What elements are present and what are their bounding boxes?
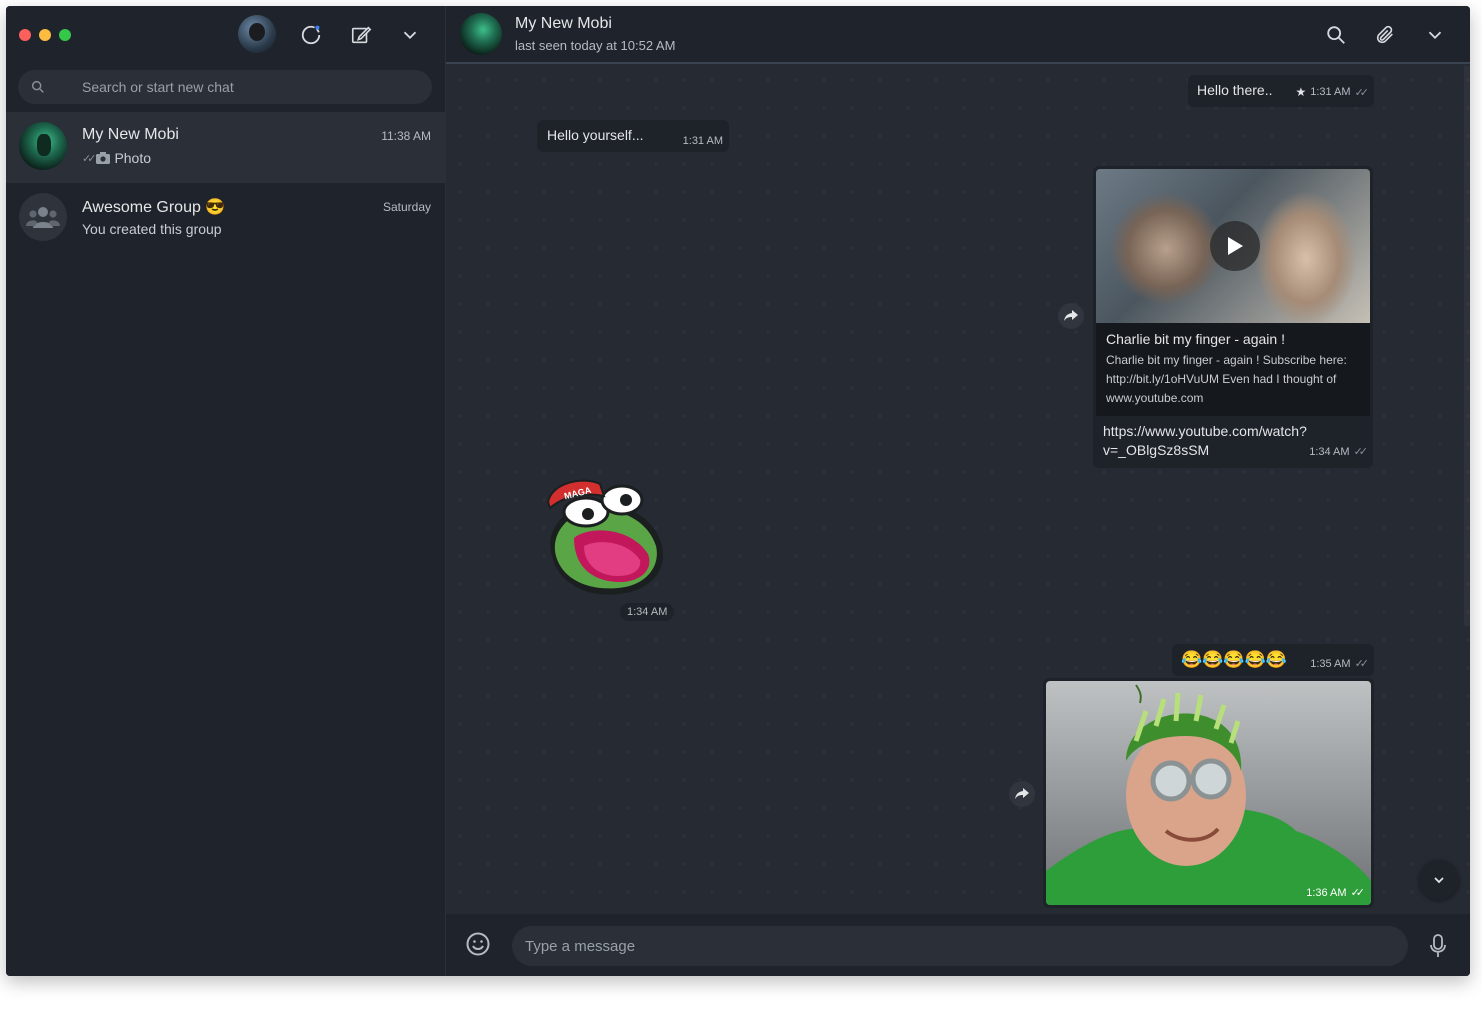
message-incoming[interactable]: Hello yourself... 1:31 AM <box>537 120 729 152</box>
contact-status: last seen today at 10:52 AM <box>515 38 676 53</box>
minimize-window-button[interactable] <box>39 29 51 41</box>
message-time: 1:36 AM <box>1306 886 1347 899</box>
message-meta: 1:34 AM ✓✓ <box>1309 443 1369 462</box>
message-input[interactable] <box>512 926 1408 966</box>
paperclip-icon[interactable] <box>1372 22 1398 48</box>
new-chat-icon[interactable] <box>348 22 374 48</box>
link-preview-message[interactable]: Charlie bit my finger - again ! Charlie … <box>1093 166 1373 468</box>
avatar <box>19 122 67 170</box>
sidebar: My New Mobi 11:38 AM ✓✓ Photo <box>6 6 446 976</box>
read-ticks-icon: ✓✓ <box>1354 658 1370 670</box>
message-meta: 1:31 AM <box>683 135 723 147</box>
message-meta: ★ 1:31 AM ✓✓ <box>1295 85 1370 99</box>
composer <box>446 914 1470 976</box>
chat-item-awesome-group[interactable]: Awesome Group 😎 Saturday You created thi… <box>6 183 446 254</box>
camera-icon <box>96 152 111 164</box>
message-text: Hello there.. <box>1197 82 1273 98</box>
read-ticks-icon: ✓✓ <box>1350 887 1366 899</box>
sunglasses-emoji: 😎 <box>205 199 226 216</box>
play-button[interactable] <box>1210 221 1260 271</box>
contact-avatar[interactable] <box>460 13 502 55</box>
search-icon[interactable] <box>1323 22 1349 48</box>
star-icon: ★ <box>1295 85 1307 99</box>
frog-sticker[interactable]: MAGA <box>544 476 670 602</box>
scroll-to-bottom-button[interactable] <box>1419 860 1459 900</box>
group-avatar <box>19 193 67 241</box>
link-text-block: https://www.youtube.com/watch?v=_OBlgSz8… <box>1093 416 1373 468</box>
status-icon[interactable] <box>298 22 324 48</box>
zoom-window-button[interactable] <box>59 29 71 41</box>
sticker-time: 1:34 AM <box>620 603 675 621</box>
chat-name: My New Mobi <box>82 126 179 143</box>
message-time: 1:35 AM <box>1310 657 1351 670</box>
read-ticks-icon: ✓✓ <box>1354 86 1370 99</box>
link-preview-description: Charlie bit my finger - again ! Subscrib… <box>1106 353 1347 386</box>
message-time: 1:34 AM <box>1309 446 1350 458</box>
smiley-icon <box>466 932 490 956</box>
message-outgoing[interactable]: 😂😂😂😂😂 1:35 AM ✓✓ <box>1172 644 1374 676</box>
app-window: My New Mobi 11:38 AM ✓✓ Photo <box>6 6 1470 976</box>
message-meta: 1:35 AM ✓✓ <box>1310 657 1370 671</box>
chat-preview: You created this group <box>82 221 222 237</box>
search-icon <box>18 79 58 95</box>
scrollbar[interactable] <box>1464 66 1470 626</box>
link-preview-title: Charlie bit my finger - again ! <box>1106 331 1285 347</box>
menu-chevron-down-icon[interactable] <box>397 22 423 48</box>
chat-preview-text: Photo <box>114 150 152 166</box>
sidebar-header <box>6 6 446 66</box>
chat-menu-chevron-down-icon[interactable] <box>1422 22 1448 48</box>
microphone-icon <box>1430 934 1446 957</box>
message-meta: 1:36 AM ✓✓ <box>1306 886 1366 900</box>
conversation-header: My New Mobi last seen today at 10:52 AM <box>446 6 1470 64</box>
link-preview-info[interactable]: Charlie bit my finger - again ! Charlie … <box>1096 323 1370 416</box>
forward-button[interactable] <box>1058 303 1084 329</box>
chat-preview: ✓✓ Photo <box>82 150 151 166</box>
read-ticks-icon: ✓✓ <box>1353 446 1369 458</box>
photo-message[interactable]: 1:36 AM ✓✓ <box>1043 678 1374 908</box>
message-link[interactable]: https://www.youtube.com/watch?v=_OBlgSz8… <box>1103 422 1313 460</box>
forward-button[interactable] <box>1009 781 1035 807</box>
chat-list: My New Mobi 11:38 AM ✓✓ Photo Awesome Gr… <box>6 112 446 254</box>
conversation-panel: My New Mobi last seen today at 10:52 AM … <box>446 6 1470 976</box>
close-window-button[interactable] <box>19 29 31 41</box>
chat-name: Awesome Group 😎 <box>82 199 226 216</box>
play-icon <box>1228 237 1243 255</box>
my-profile-avatar[interactable] <box>238 15 276 53</box>
chevron-down-icon <box>1434 877 1444 884</box>
message-time: 1:34 AM <box>627 606 668 618</box>
group-icon <box>26 207 60 228</box>
message-list[interactable]: Hello there.. ★ 1:31 AM ✓✓ Hello yoursel… <box>446 66 1470 914</box>
contact-name[interactable]: My New Mobi <box>515 15 612 33</box>
chat-item-my-new-mobi[interactable]: My New Mobi 11:38 AM ✓✓ Photo <box>6 112 446 183</box>
video-thumbnail[interactable] <box>1096 169 1370 323</box>
message-time: 1:31 AM <box>682 135 723 147</box>
message-text: 😂😂😂😂😂 <box>1181 650 1287 669</box>
read-ticks-icon: ✓✓ <box>82 152 97 165</box>
forward-icon <box>1064 310 1078 321</box>
photo-image[interactable]: 1:36 AM ✓✓ <box>1046 681 1371 905</box>
microphone-button[interactable] <box>1426 934 1450 958</box>
forward-icon <box>1015 788 1029 799</box>
emoji-button[interactable] <box>464 930 492 958</box>
link-preview-domain: www.youtube.com <box>1106 391 1204 405</box>
chat-time: 11:38 AM <box>381 129 431 143</box>
chat-time: Saturday <box>382 200 431 214</box>
search-input[interactable] <box>58 79 432 95</box>
message-text: Hello yourself... <box>547 127 644 143</box>
message-outgoing[interactable]: Hello there.. ★ 1:31 AM ✓✓ <box>1188 75 1374 107</box>
search-bar[interactable] <box>18 70 432 104</box>
message-time: 1:31 AM <box>1310 86 1351 98</box>
